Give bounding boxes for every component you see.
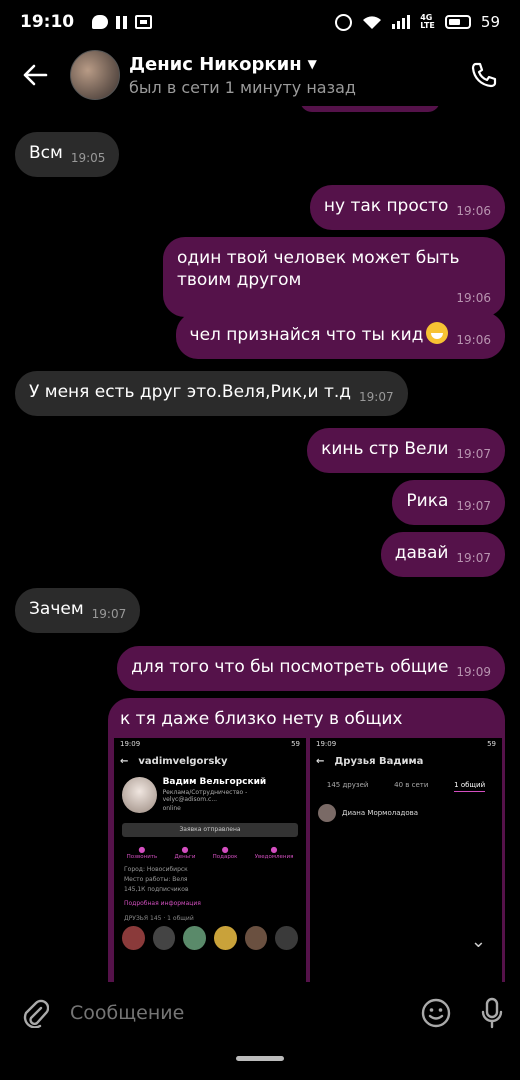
mini-username: vadimvelgorsky xyxy=(138,756,228,767)
mini-action: Уведомления xyxy=(255,845,294,860)
message-text: Всм xyxy=(29,143,63,163)
mini-back-icon: ← xyxy=(316,756,325,767)
contact-name: Денис Никоркин xyxy=(129,53,302,75)
paperclip-icon xyxy=(23,999,49,1028)
message-outgoing[interactable]: Рика 19:07 xyxy=(392,480,505,525)
home-indicator xyxy=(236,1056,284,1061)
mini-action: Деньги xyxy=(174,845,195,860)
arrow-left-icon xyxy=(23,64,48,86)
mini-request-button: Заявка отправлена xyxy=(122,823,298,837)
mini-profile-name: Вадим Вельгорский xyxy=(162,777,267,787)
message-text: к тя даже близко нету в общих xyxy=(120,709,403,729)
message-time: 19:06 xyxy=(456,291,491,305)
message-outgoing[interactable]: для того что бы посмотреть общие 19:09 xyxy=(117,646,505,691)
microphone-icon xyxy=(481,997,503,1029)
message-list[interactable]: Всм 19:05 ну так просто 19:06 один твой че… xyxy=(0,106,520,982)
message-text: ну так просто xyxy=(323,196,449,216)
message-time: 19:06 xyxy=(456,333,491,347)
mini-profile-sub: Реклама/Сотрудничество - velyc@adisom.c.… xyxy=(162,789,248,803)
message-outgoing-with-images[interactable]: к тя даже близко нету в общих 19:09 59 ← v… xyxy=(108,698,505,982)
mini-tab: 40 в сети xyxy=(394,781,429,789)
smiley-icon xyxy=(421,998,451,1028)
mini-tab: 145 друзей xyxy=(326,781,369,789)
contact-avatar[interactable] xyxy=(70,50,120,100)
mini-tab: 1 общий xyxy=(454,781,486,792)
image-notification-icon xyxy=(135,15,153,29)
voice-message-button[interactable] xyxy=(464,997,520,1029)
signal-icon xyxy=(392,15,411,29)
mini-online: online xyxy=(162,805,181,812)
grinning-emoji-icon xyxy=(426,322,449,344)
previous-message-bubble xyxy=(300,106,440,112)
phone-icon xyxy=(471,62,497,88)
mini-status-time: 19:09 xyxy=(120,740,141,748)
mini-friend-avatar xyxy=(318,804,336,822)
alarm-icon xyxy=(335,13,353,31)
message-time: 19:07 xyxy=(91,607,127,621)
message-time: 19:06 xyxy=(456,204,491,218)
screenshot-profile[interactable]: 19:09 59 ← vadimvelgorsky Вадим Вельгорски… xyxy=(114,738,306,982)
mini-profile-avatar xyxy=(122,777,157,813)
mini-status-time: 19:09 xyxy=(316,740,337,748)
mini-more-info: Подробная информация xyxy=(124,900,201,907)
mini-friends-label: ДРУЗЬЯ 145 · 1 общий xyxy=(124,915,194,922)
battery-level: 59 xyxy=(480,13,500,31)
message-outgoing[interactable]: давай 19:07 xyxy=(380,532,505,577)
chevron-down-icon: ⌄ xyxy=(470,931,486,952)
message-text: один твой человек может быть твоим друго… xyxy=(177,248,460,290)
message-outgoing[interactable]: ну так просто 19:06 xyxy=(309,185,505,230)
message-incoming[interactable]: Всм 19:05 xyxy=(15,132,120,177)
attach-button[interactable] xyxy=(0,998,70,1028)
message-incoming[interactable]: У меня есть друг это.Веля,Рик,и т.д 19:07 xyxy=(15,371,408,416)
message-time: 19:07 xyxy=(456,499,491,513)
chat-notification-icon xyxy=(92,15,109,29)
emoji-button[interactable] xyxy=(408,998,464,1028)
message-incoming[interactable]: Зачем 19:07 xyxy=(15,588,141,633)
mini-info-line: 145,1К подписчиков xyxy=(124,886,189,893)
message-text: Рика xyxy=(406,491,449,511)
message-text: давай xyxy=(394,543,449,563)
pause-icon xyxy=(116,15,128,29)
message-time: 19:07 xyxy=(456,447,491,461)
mini-friend-avatars xyxy=(114,924,306,952)
back-button[interactable] xyxy=(0,44,70,106)
network-type: 4G LTE xyxy=(420,13,435,30)
message-outgoing[interactable]: один твой человек может быть твоим друго… xyxy=(163,237,505,317)
message-text: Зачем xyxy=(29,599,84,619)
message-time: 19:09 xyxy=(456,665,491,679)
message-time: 19:07 xyxy=(359,390,394,404)
message-text: У меня есть друг это.Веля,Рик,и т.д xyxy=(29,382,352,402)
message-time: 19:07 xyxy=(456,551,491,565)
mini-action: Позвонить xyxy=(127,845,158,860)
screenshot-friends[interactable]: 19:09 59 ← Друзья Вадима 145 друзей 40 в с… xyxy=(310,738,502,982)
message-time: 19:05 xyxy=(70,151,106,165)
message-text: для того что бы посмотреть общие xyxy=(131,657,449,677)
message-outgoing[interactable]: чел признайся что ты кид 19:06 xyxy=(175,312,505,359)
call-button[interactable] xyxy=(464,55,504,95)
mini-title: Друзья Вадима xyxy=(334,756,424,767)
battery-icon xyxy=(444,15,471,29)
status-bar: 19:10 4G LTE 59 xyxy=(0,0,520,44)
mini-info-line: Город: Новосибирск xyxy=(124,866,188,873)
mini-info-line: Место работы: Веля xyxy=(124,876,188,883)
mini-back-icon: ← xyxy=(120,756,129,767)
chevron-down-icon: ▼ xyxy=(307,57,317,71)
mini-friend-name: Диана Мормоладова xyxy=(342,809,419,817)
contact-info[interactable]: Денис Никоркин ▼ был в сети 1 минуту наз… xyxy=(129,54,356,97)
last-seen-status: был в сети 1 минуту назад xyxy=(129,77,356,97)
chat-header: Денис Никоркин ▼ был в сети 1 минуту наз… xyxy=(0,44,520,106)
status-time: 19:10 xyxy=(20,12,75,32)
wifi-icon xyxy=(363,15,382,29)
message-input[interactable] xyxy=(70,1002,408,1024)
message-outgoing[interactable]: кинь стр Вели 19:07 xyxy=(307,428,505,473)
message-text: кинь стр Вели xyxy=(321,439,449,459)
composer xyxy=(0,982,520,1044)
mini-action: Подарок xyxy=(213,845,238,860)
message-text: чел признайся что ты кид xyxy=(189,325,424,345)
